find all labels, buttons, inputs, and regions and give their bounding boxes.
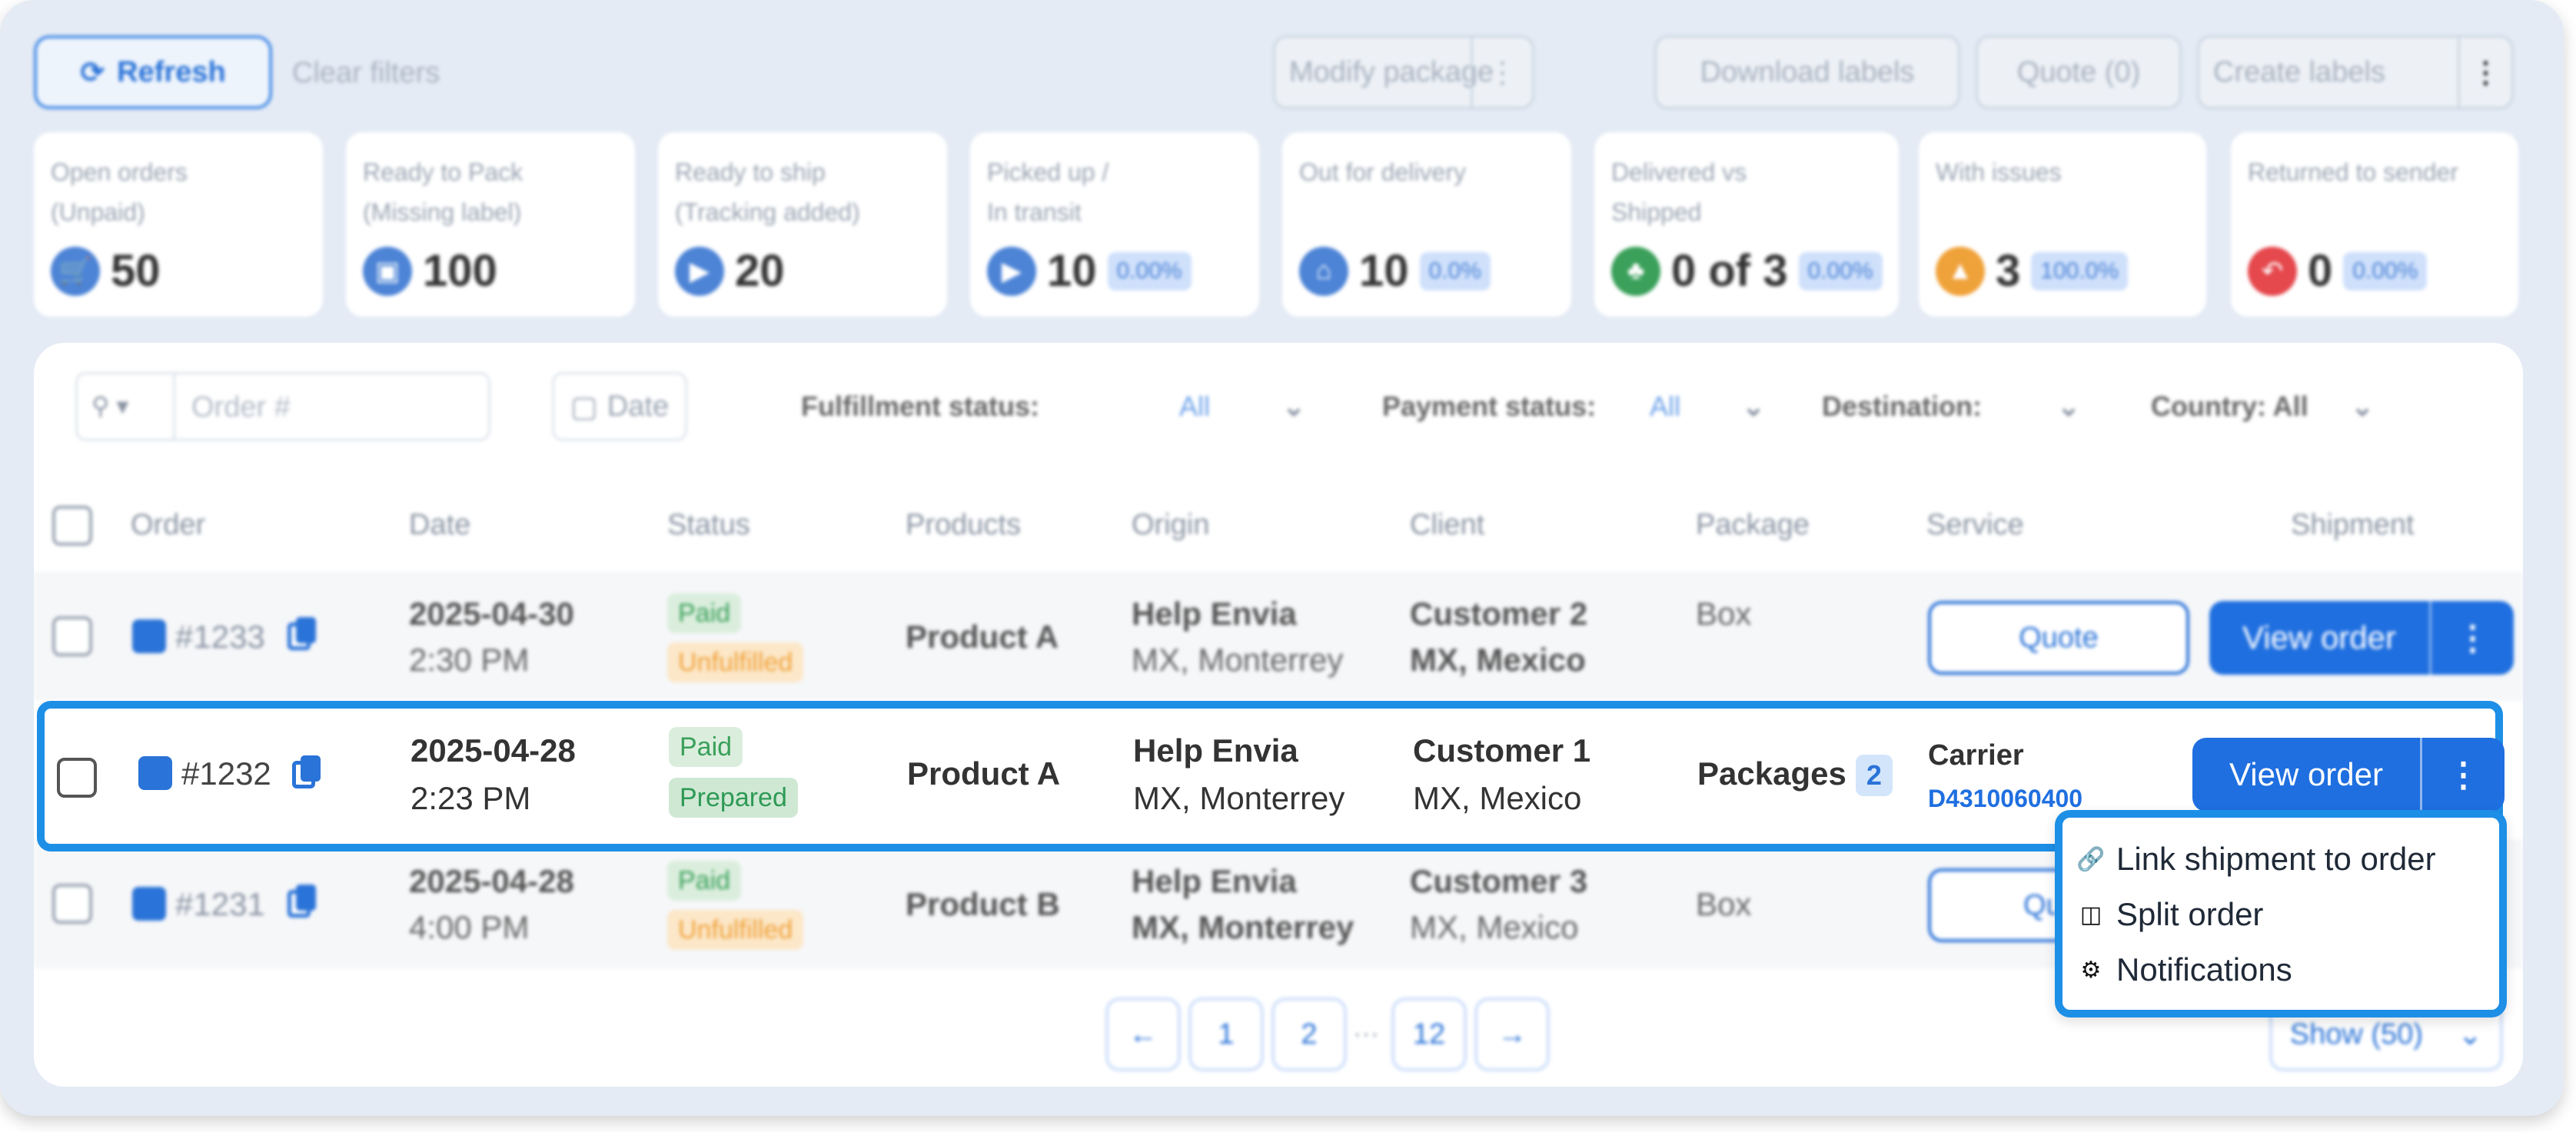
toolbar: ⟳ Refresh Clear filters Modify package ⋮…	[34, 35, 2518, 112]
download-labels-button[interactable]: Download labels	[1654, 35, 1960, 109]
app-frame: ⟳ Refresh Clear filters Modify package ⋮…	[0, 0, 2564, 1116]
chevron-down-icon[interactable]: ⌄	[2351, 390, 2374, 423]
order-status-icon	[132, 887, 166, 921]
row-checkbox[interactable]	[52, 884, 92, 924]
search-field[interactable]: ⚲ ▾ Order #	[75, 372, 490, 441]
refresh-button[interactable]: ⟳ Refresh	[34, 35, 272, 109]
more-icon[interactable]: ⋮	[2458, 38, 2511, 107]
order-number[interactable]: #1232	[181, 750, 271, 798]
column-header: Package	[1696, 509, 1810, 541]
column-header: Status	[667, 509, 750, 541]
menu-item-split-order[interactable]: ◫ Split order	[2062, 887, 2499, 942]
column-header: Date	[409, 509, 471, 541]
chevron-down-icon: ⌄	[2458, 1018, 2483, 1051]
search-icon[interactable]: ⚲ ▾	[91, 391, 128, 420]
date-filter-button[interactable]: ▢ Date	[552, 372, 687, 441]
copy-icon[interactable]	[288, 885, 316, 918]
order-number[interactable]: #1231	[175, 881, 265, 928]
return-icon: ↶	[2248, 246, 2297, 296]
next-page-button[interactable]: →	[1474, 998, 1550, 1071]
copy-icon[interactable]	[292, 755, 321, 788]
menu-item-link-shipment[interactable]: 🔗 Link shipment to order	[2062, 832, 2499, 887]
quote-button[interactable]: Quote (0)	[1976, 35, 2182, 109]
column-header: Service	[1926, 509, 2024, 541]
column-header: Order	[131, 509, 206, 541]
refresh-label: Refresh	[117, 55, 226, 88]
column-header: Products	[906, 509, 1021, 541]
modify-package-button[interactable]: Modify package ⋮	[1273, 35, 1534, 109]
truck-icon: ▶	[987, 246, 1036, 296]
box-icon: ▣	[363, 246, 412, 296]
row-checkbox[interactable]	[57, 758, 97, 798]
link-icon: 🔗	[2076, 846, 2106, 872]
people-icon: ♣	[1611, 246, 1660, 296]
truck-icon: ▶	[675, 246, 724, 296]
pagination-ellipsis: ···	[1353, 1019, 1379, 1048]
status-badge: Paid	[669, 727, 743, 767]
search-input[interactable]: Order #	[191, 391, 291, 424]
split-icon: ◫	[2079, 901, 2102, 928]
column-header: Client	[1410, 509, 1485, 541]
home-icon: ⌂	[1299, 246, 1348, 296]
destination-filter[interactable]: Destination:	[1822, 390, 1982, 423]
kpi-card[interactable]: Ready to ship (Tracking added) ▶ 20	[658, 132, 947, 317]
payment-filter-label[interactable]: Payment status:	[1382, 390, 1596, 423]
chevron-down-icon[interactable]: ⌄	[1282, 390, 1305, 423]
menu-item-notifications[interactable]: ⚙ Notifications	[2062, 942, 2499, 998]
warning-icon: ▲	[1936, 246, 1985, 296]
clear-filters-link[interactable]: Clear filters	[292, 57, 440, 90]
kpi-card[interactable]: Ready to Pack (Missing label) ▣ 100	[346, 132, 635, 317]
package-count-badge: 2	[1855, 755, 1893, 796]
kpi-card[interactable]: Picked up / In transit ▶ 10 0.00%	[970, 132, 1259, 317]
table-header: Order Date Status Products Origin Client…	[34, 464, 2523, 579]
page-button[interactable]: 12	[1391, 998, 1467, 1071]
chevron-down-icon[interactable]: ⌄	[2057, 390, 2080, 423]
create-labels-button[interactable]: Create labels ⋮	[2197, 35, 2514, 109]
row-checkbox[interactable]	[52, 616, 92, 656]
refresh-icon: ⟳	[80, 56, 105, 89]
payment-filter-value[interactable]: All	[1650, 390, 1680, 423]
cart-icon: 🛒	[51, 246, 100, 296]
order-status-icon	[138, 756, 172, 790]
order-status-icon	[132, 619, 166, 653]
column-header: Shipment	[2291, 509, 2415, 541]
kpi-card[interactable]: Out for delivery ⌂ 10 0.0%	[1282, 132, 1571, 317]
page-button[interactable]: 2	[1271, 998, 1347, 1071]
fulfillment-filter-select[interactable]: All	[1179, 390, 1210, 423]
copy-icon[interactable]	[288, 617, 316, 650]
column-header: Origin	[1132, 509, 1210, 541]
kpi-card[interactable]: With issues ▲ 3 100.0%	[1919, 132, 2206, 317]
more-icon[interactable]: ⋮	[2429, 601, 2514, 675]
kpi-card[interactable]: Delivered vs Shipped ♣ 0 of 3 0.00%	[1594, 132, 1899, 317]
calendar-icon: ▢	[570, 390, 598, 423]
view-order-button[interactable]: View order ⋮	[2192, 738, 2505, 812]
status-badge: Prepared	[669, 778, 798, 818]
gear-icon: ⚙	[2080, 957, 2102, 983]
filter-bar: ⚲ ▾ Order # ▢ Date Fulfillment status: A…	[75, 372, 2492, 446]
row-actions-menu: 🔗 Link shipment to order ◫ Split order ⚙…	[2055, 810, 2507, 1017]
order-number[interactable]: #1233	[175, 613, 265, 661]
prev-page-button[interactable]: ←	[1105, 998, 1181, 1071]
select-all-checkbox[interactable]	[52, 506, 92, 546]
kpi-card[interactable]: Returned to sender ↶ 0 0.00%	[2231, 132, 2518, 317]
more-icon[interactable]: ⋮	[1471, 38, 1532, 107]
more-icon[interactable]: ⋮	[2420, 738, 2505, 812]
chevron-down-icon[interactable]: ⌄	[1742, 390, 1765, 423]
kpi-card[interactable]: Open orders (Unpaid) 🛒 50	[34, 132, 323, 317]
country-filter[interactable]: Country: All	[2151, 390, 2308, 423]
page-button[interactable]: 1	[1188, 998, 1264, 1071]
quote-button[interactable]: Quote	[1928, 601, 2189, 675]
table-row[interactable]: #1233 2025-04-30 2:30 PM Paid Unfulfille…	[34, 572, 2523, 701]
view-order-button[interactable]: View order ⋮	[2209, 601, 2514, 675]
fulfillment-filter-label: Fulfillment status:	[801, 390, 1040, 422]
